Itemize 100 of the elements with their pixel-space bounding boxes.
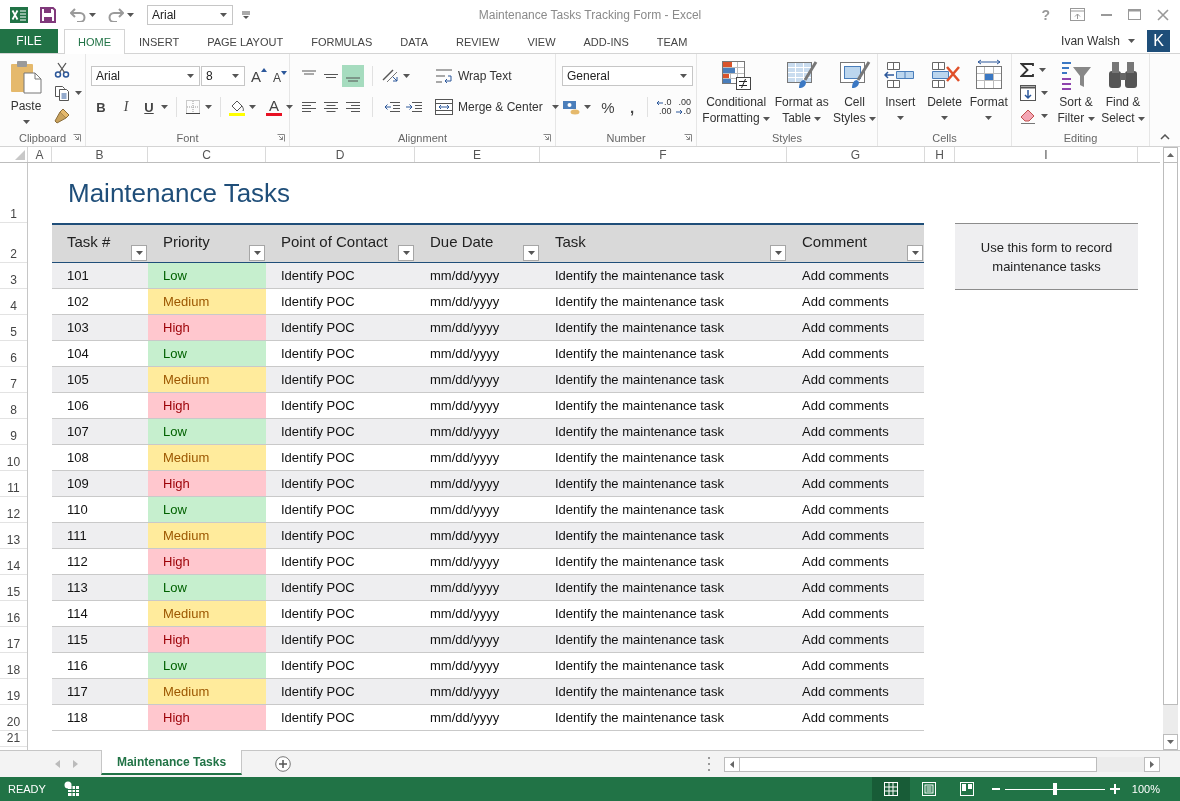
lines-left-arrow-icon[interactable] (384, 101, 400, 113)
brush-icon[interactable] (54, 107, 70, 124)
scroll-up-button[interactable] (1163, 147, 1178, 163)
save-icon[interactable] (40, 6, 56, 23)
filter-button[interactable] (770, 245, 786, 261)
delete-button[interactable]: Delete (924, 54, 965, 120)
ribbon-tab[interactable]: VIEW (513, 29, 570, 53)
underline-button[interactable]: U (142, 99, 156, 115)
decrease-decimal-button[interactable]: .00 .0 (675, 98, 692, 116)
row-header[interactable]: 21 (6, 731, 21, 745)
row-header[interactable]: 2 (10, 247, 17, 261)
align-right-icon[interactable] (346, 101, 360, 113)
scroll-right-button[interactable] (1144, 756, 1160, 772)
corner-arrow-icon[interactable] (73, 133, 81, 142)
row-header[interactable]: 5 (10, 325, 17, 339)
corner-arrow-icon[interactable] (277, 133, 285, 142)
zoom-slider-thumb[interactable] (1052, 783, 1057, 795)
row-header[interactable]: 14 (6, 559, 21, 573)
scissors-icon[interactable] (54, 61, 70, 78)
column-header[interactable]: A (28, 147, 52, 162)
row-header[interactable]: 6 (10, 351, 17, 365)
find-select-button[interactable]: Find & Select (1100, 54, 1146, 126)
column-header[interactable]: C (148, 147, 266, 162)
corner-arrow-icon[interactable] (684, 133, 692, 142)
copy-icon[interactable] (54, 84, 70, 101)
corner-arrow-icon[interactable] (543, 133, 551, 142)
row-header[interactable]: 19 (6, 689, 21, 703)
diagonal-arrow-icon[interactable] (381, 68, 399, 84)
row-header[interactable]: 11 (7, 481, 20, 495)
column-header[interactable]: G (787, 147, 925, 162)
normal-view-button[interactable] (871, 777, 910, 801)
undo-icon[interactable] (70, 7, 86, 22)
eraser-icon[interactable] (1020, 107, 1036, 124)
column-header[interactable]: E (415, 147, 540, 162)
font-field[interactable]: Arial (147, 4, 233, 25)
ribbon-tab[interactable]: ADD-INS (569, 29, 643, 53)
dotted-square-icon[interactable] (185, 99, 201, 115)
increase-font-size-button[interactable]: A (251, 67, 267, 85)
column-header[interactable]: D (266, 147, 415, 162)
filter-button[interactable] (131, 245, 147, 261)
minimize-icon[interactable] (1101, 13, 1112, 16)
zoom-slider[interactable] (1004, 783, 1105, 795)
row-header[interactable]: 8 (10, 403, 17, 417)
conditional-formatting-button[interactable]: Conditional Formatting (701, 54, 772, 126)
ribbon-tab[interactable]: DATA (386, 29, 442, 53)
account-avatar[interactable]: K (1147, 30, 1170, 52)
lines-right-arrow-icon[interactable] (406, 101, 422, 113)
lines-caret-icon[interactable] (242, 10, 250, 19)
align-left-icon[interactable] (302, 101, 316, 113)
filter-button[interactable] (907, 245, 923, 261)
filter-button[interactable] (398, 245, 414, 261)
row-header[interactable]: 1 (10, 207, 17, 221)
close-icon[interactable] (1157, 8, 1169, 21)
ribbon-tab[interactable]: PAGE LAYOUT (193, 29, 298, 53)
bold-button[interactable]: B (94, 99, 108, 115)
column-header[interactable]: I (955, 147, 1138, 162)
ribbon-tab[interactable]: INSERT (125, 29, 194, 53)
maximize-icon[interactable] (1128, 9, 1141, 20)
ribbon-tab[interactable]: TEAM (642, 29, 702, 53)
row-header[interactable]: 7 (10, 377, 17, 391)
format-button[interactable]: Format (968, 54, 1009, 120)
file-tab[interactable]: FILE (0, 29, 58, 53)
row-header[interactable]: 12 (6, 507, 21, 521)
decrease-font-size-button[interactable]: A (273, 70, 288, 85)
cell-styles-button[interactable]: Cell Styles (832, 54, 877, 126)
column-header[interactable]: H (925, 147, 955, 162)
paste-button[interactable]: Paste (6, 54, 46, 124)
merge-center-button[interactable]: Merge & Center (435, 99, 559, 115)
account-menu-button[interactable]: Ivan Walsh (1061, 34, 1135, 48)
row-header[interactable]: 18 (6, 663, 21, 677)
ribbon-tab[interactable]: FORMULAS (297, 29, 387, 53)
chevron-up-icon[interactable] (1160, 134, 1170, 140)
row-header[interactable]: 9 (10, 429, 17, 443)
down-arrow-box-icon[interactable] (1020, 84, 1036, 101)
row-header[interactable]: 15 (6, 585, 21, 599)
row-header[interactable]: 10 (6, 455, 21, 469)
insert-button[interactable]: Insert (880, 54, 921, 120)
increase-decimal-button[interactable]: .0 .00 (656, 98, 672, 116)
format-as-table-button[interactable]: Format as Table (773, 54, 831, 126)
zoom-in-icon[interactable] (1109, 784, 1120, 794)
app-logo-icon[interactable] (10, 6, 28, 23)
filter-button[interactable] (249, 245, 265, 261)
column-header[interactable]: B (52, 147, 148, 162)
filter-button[interactable] (523, 245, 539, 261)
sigma-icon[interactable] (1020, 62, 1034, 77)
scroll-down-button[interactable] (1163, 734, 1178, 750)
redo-icon[interactable] (108, 7, 124, 22)
font-name-field[interactable]: Arial (91, 66, 200, 86)
comma-style-button[interactable]: , (625, 98, 639, 116)
row-header[interactable]: 13 (6, 533, 21, 547)
column-header[interactable]: F (540, 147, 787, 162)
percent-button[interactable]: % (601, 98, 615, 116)
number-format-field[interactable]: General (562, 66, 693, 86)
sheet-tab[interactable]: Maintenance Tasks (101, 750, 242, 775)
row-header[interactable]: 4 (10, 299, 17, 313)
paint-bucket-icon[interactable] (229, 98, 245, 116)
scrollbar-thumb[interactable] (740, 756, 1097, 772)
ribbon-tab[interactable]: REVIEW (442, 29, 514, 53)
row-header[interactable]: 20 (6, 715, 21, 729)
align-center-icon[interactable] (324, 101, 338, 113)
